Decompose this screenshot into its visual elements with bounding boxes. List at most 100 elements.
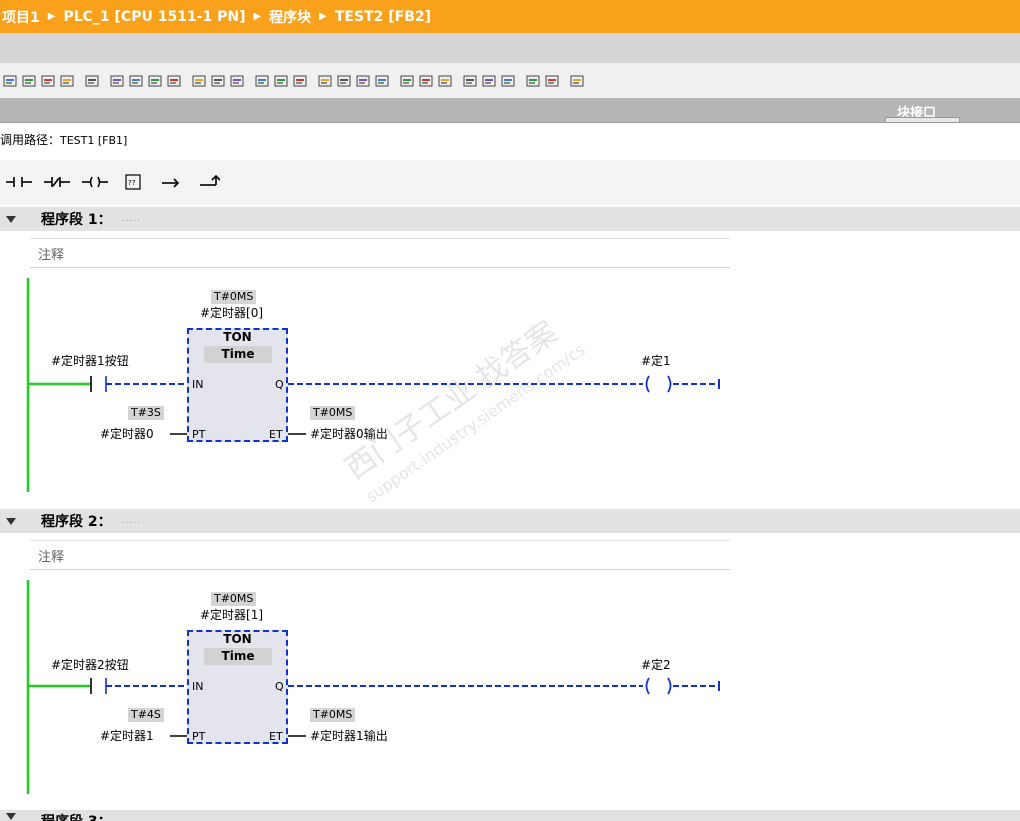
network-1-pin-et: ET bbox=[269, 428, 283, 441]
network-2-et-operand[interactable]: #定时器1输出 bbox=[310, 727, 388, 744]
network-2-comment[interactable]: 注释 bbox=[30, 540, 730, 570]
goto-previous-icon[interactable] bbox=[191, 73, 207, 89]
call-path-label: 调用路径： bbox=[0, 133, 61, 147]
network-2-header[interactable]: 程序段 2： ..... bbox=[0, 509, 1020, 533]
load-icon[interactable] bbox=[569, 73, 585, 89]
comment-icon[interactable] bbox=[166, 73, 182, 89]
output-coil-icon bbox=[82, 176, 108, 188]
breadcrumb-project[interactable]: 项目1 bbox=[2, 7, 40, 27]
network-3-header[interactable]: 程序段 3： bbox=[0, 810, 1020, 821]
close-branch-icon bbox=[200, 175, 220, 186]
call-environment-icon[interactable] bbox=[229, 73, 245, 89]
network-2-contact-operand[interactable]: #定时器2按钮 bbox=[51, 656, 129, 673]
network-2-ton-block[interactable]: TON Time IN Q PT ET bbox=[187, 630, 288, 744]
jump-icon[interactable] bbox=[84, 73, 100, 89]
network-1-contact-operand[interactable]: #定时器1按钮 bbox=[51, 352, 129, 369]
network-2-wiring bbox=[26, 580, 720, 794]
network-1-pt-value: T#3S bbox=[128, 406, 164, 420]
network-2-fb-type[interactable]: Time bbox=[204, 648, 272, 665]
collapse-triangle-icon[interactable] bbox=[6, 215, 16, 223]
compare-icon[interactable] bbox=[462, 73, 478, 89]
network-2-rung: T#0MS #定时器[1] TON Time IN Q PT ET #定时器2按… bbox=[0, 572, 1020, 802]
view-toggle-icon[interactable] bbox=[544, 73, 560, 89]
network-2-title: 程序段 2： bbox=[41, 514, 112, 530]
network-2-instance-value: T#0MS bbox=[211, 592, 257, 606]
network-2-pin-in: IN bbox=[192, 680, 204, 693]
network-1-comment[interactable]: 注释 bbox=[30, 238, 730, 268]
output-coil-button[interactable] bbox=[78, 165, 112, 199]
network-1-header[interactable]: 程序段 1： ..... bbox=[0, 207, 1020, 231]
disable-breakpoint-icon[interactable] bbox=[336, 73, 352, 89]
normally-closed-contact-icon bbox=[44, 177, 70, 187]
network-1-title-placeholder[interactable]: ..... bbox=[122, 214, 141, 224]
network-2-title-placeholder[interactable]: ..... bbox=[122, 516, 141, 526]
network-1-fb-name: TON bbox=[223, 330, 252, 344]
project-search-icon[interactable] bbox=[273, 73, 289, 89]
network-2-pin-q: Q bbox=[275, 680, 284, 693]
breadcrumb-arrow-icon: ▶ bbox=[319, 11, 327, 22]
close-branch-button[interactable] bbox=[192, 165, 226, 199]
network-2-instance-db[interactable]: #定时器[1] bbox=[200, 606, 263, 623]
empty-box-button[interactable]: ?? bbox=[116, 165, 150, 199]
network-2-pt-value: T#4S bbox=[128, 708, 164, 722]
network-2-pt-operand[interactable]: #定时器1 bbox=[100, 727, 154, 744]
add-row-icon[interactable] bbox=[59, 73, 75, 89]
breakpoint-icon[interactable] bbox=[317, 73, 333, 89]
breadcrumb-arrow-icon: ▶ bbox=[253, 11, 262, 22]
breadcrumb-arrow-icon: ▶ bbox=[47, 11, 56, 22]
clear-breakpoint-icon[interactable] bbox=[437, 73, 453, 89]
goto-next-icon[interactable] bbox=[210, 73, 226, 89]
network-1-fb-type[interactable]: Time bbox=[204, 346, 272, 363]
collapse-triangle-icon[interactable] bbox=[6, 517, 16, 525]
network-1-pt-operand[interactable]: #定时器0 bbox=[100, 425, 154, 442]
network-1-et-operand[interactable]: #定时器0输出 bbox=[310, 425, 388, 442]
network-2-fb-name: TON bbox=[223, 632, 252, 646]
debug-icon[interactable] bbox=[481, 73, 497, 89]
absolute-address-icon[interactable] bbox=[109, 73, 125, 89]
step-into-icon[interactable] bbox=[374, 73, 390, 89]
instruction-favorites-bar: ?? bbox=[0, 160, 1020, 204]
symbolic-address-icon[interactable] bbox=[128, 73, 144, 89]
normally-closed-contact-button[interactable] bbox=[40, 165, 74, 199]
breadcrumb-program-blocks[interactable]: 程序块 bbox=[269, 7, 311, 27]
network-1-rung: T#0MS #定时器[0] TON Time IN Q PT ET #定时器1按… bbox=[0, 270, 1020, 500]
network-1-title: 程序段 1： bbox=[41, 212, 112, 228]
normally-open-contact-icon bbox=[6, 177, 32, 187]
insert-row-icon[interactable] bbox=[40, 73, 56, 89]
step-over-icon[interactable] bbox=[355, 73, 371, 89]
svg-text:??: ?? bbox=[128, 179, 136, 187]
step-out-icon[interactable] bbox=[399, 73, 415, 89]
network-1-pin-in: IN bbox=[192, 378, 204, 391]
tia-portal-editor: 项目1 ▶ PLC_1 [CPU 1511-1 PN] ▶ 程序块 ▶ TEST… bbox=[0, 0, 1020, 821]
normally-open-contact-button[interactable] bbox=[2, 165, 36, 199]
call-path: 调用路径：TEST1 [FB1] bbox=[0, 131, 127, 148]
network-1-instance-db[interactable]: #定时器[0] bbox=[200, 304, 263, 321]
network-2-coil-operand[interactable]: #定2 bbox=[641, 656, 671, 673]
breadcrumb-plc[interactable]: PLC_1 [CPU 1511-1 PN] bbox=[63, 9, 245, 25]
open-branch-button[interactable] bbox=[154, 165, 188, 199]
empty-box-icon: ?? bbox=[125, 174, 141, 190]
watch-icon[interactable] bbox=[500, 73, 516, 89]
collapse-triangle-icon[interactable] bbox=[6, 813, 16, 820]
network-1-wiring bbox=[26, 278, 720, 492]
breadcrumb: 项目1 ▶ PLC_1 [CPU 1511-1 PN] ▶ 程序块 ▶ TEST… bbox=[0, 0, 1020, 33]
show-favorites-icon[interactable] bbox=[147, 73, 163, 89]
monitor-icon[interactable] bbox=[292, 73, 308, 89]
call-path-value[interactable]: TEST1 [FB1] bbox=[60, 134, 127, 147]
network-overview-icon[interactable] bbox=[254, 73, 270, 89]
network-1-pin-q: Q bbox=[275, 378, 284, 391]
network-2-pin-pt: PT bbox=[192, 730, 206, 743]
block-interface-splitter[interactable] bbox=[885, 117, 960, 123]
network-1-coil-operand[interactable]: #定1 bbox=[641, 352, 671, 369]
network-3-title: 程序段 3： bbox=[41, 811, 112, 821]
network-2-et-value: T#0MS bbox=[310, 708, 356, 722]
insert-network-icon[interactable] bbox=[2, 73, 18, 89]
block-data-icon[interactable] bbox=[525, 73, 541, 89]
breadcrumb-block[interactable]: TEST2 [FB2] bbox=[335, 9, 431, 25]
editor-toolbar bbox=[0, 63, 1020, 98]
run-to-icon[interactable] bbox=[418, 73, 434, 89]
network-1-et-value: T#0MS bbox=[310, 406, 356, 420]
block-interface-bar[interactable]: 块接口 bbox=[0, 98, 1020, 123]
delete-network-icon[interactable] bbox=[21, 73, 37, 89]
network-1-ton-block[interactable]: TON Time IN Q PT ET bbox=[187, 328, 288, 442]
